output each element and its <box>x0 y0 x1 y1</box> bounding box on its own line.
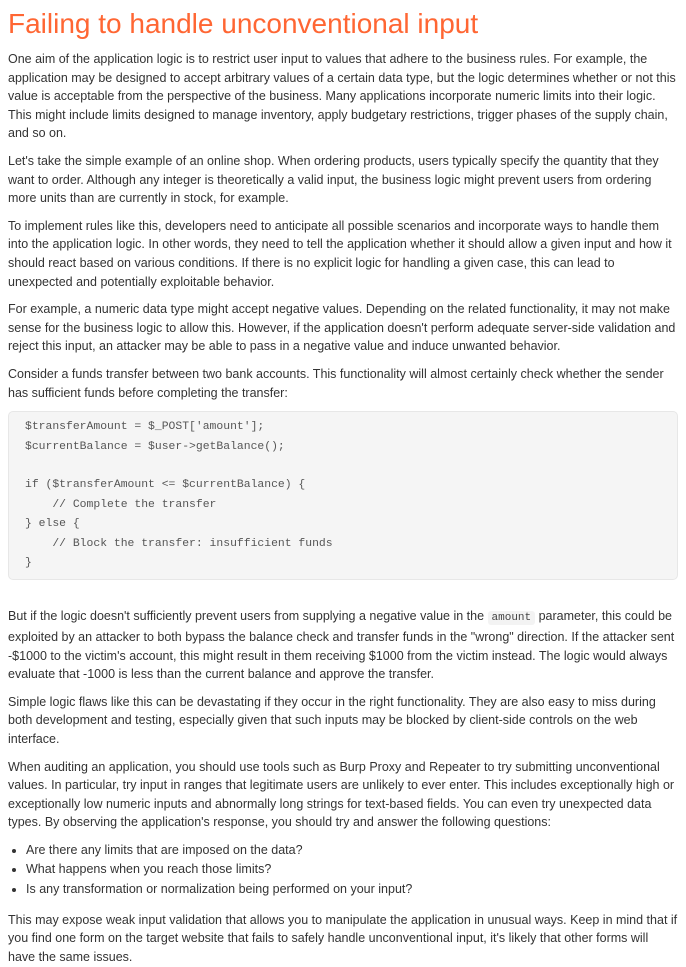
code-line: } <box>25 556 32 569</box>
list-item: Is any transformation or normalization b… <box>26 880 678 900</box>
paragraph-closing: This may expose weak input validation th… <box>8 912 678 964</box>
list-item: Are there any limits that are imposed on… <box>26 841 678 861</box>
code-line: $currentBalance = $user->getBalance(); <box>25 440 285 453</box>
page-title: Failing to handle unconventional input <box>8 8 479 39</box>
code-line: // Block the transfer: insufficient fund… <box>25 537 333 550</box>
questions-list: Are there any limits that are imposed on… <box>8 841 678 900</box>
paragraph-auditing: When auditing an application, you should… <box>8 759 675 830</box>
code-line: // Complete the transfer <box>25 498 217 511</box>
paragraph-negative-exploit: But if the logic doesn't sufficiently pr… <box>8 607 678 683</box>
code-line: } else { <box>25 518 80 531</box>
paragraph-negative-values: For example, a numeric data type might a… <box>8 302 676 354</box>
code-block[interactable]: $transferAmount = $_POST['amount']; $cur… <box>8 411 678 581</box>
code-line: if ($transferAmount <= $currentBalance) … <box>25 479 306 492</box>
paragraph-online-shop: Let's take the simple example of an onli… <box>8 153 659 206</box>
text-fragment: But if the logic doesn't sufficiently pr… <box>8 609 488 624</box>
inline-code-amount: amount <box>487 611 536 626</box>
code-line: $transferAmount = $_POST['amount']; <box>25 421 265 434</box>
paragraph-funds-transfer: Consider a funds transfer between two ba… <box>8 366 664 400</box>
paragraph-implement-rules: To implement rules like this, developers… <box>8 218 672 289</box>
paragraph-devastating: Simple logic flaws like this can be deva… <box>8 694 656 746</box>
paragraph-intro: One aim of the application logic is to r… <box>8 52 676 141</box>
list-item: What happens when you reach those limits… <box>26 860 678 880</box>
